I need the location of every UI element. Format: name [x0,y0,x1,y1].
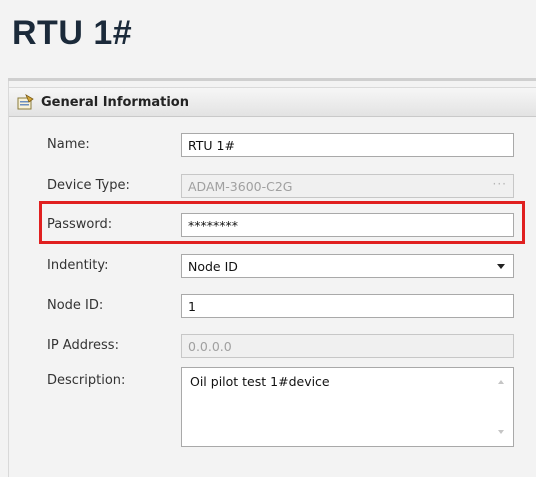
section-title: General Information [41,94,189,110]
description-textarea[interactable]: Oil pilot test 1#device [181,367,514,447]
description-label: Description: [47,373,126,388]
browse-button[interactable]: ··· [493,177,507,191]
device-type-label: Device Type: [47,178,130,193]
name-input[interactable]: RTU 1# [181,133,514,157]
device-type-value: ADAM-3600-C2G [188,179,293,194]
identity-value: Node ID [188,259,238,274]
properties-icon [17,94,35,110]
page-title: RTU 1# [12,14,133,52]
name-row: Name: RTU 1# [9,131,536,163]
identity-row: Indentity: Node ID [9,252,536,284]
device-type-field: ADAM-3600-C2G ··· [181,174,514,198]
scroll-down-icon[interactable] [498,430,504,434]
ip-address-field: 0.0.0.0 [181,334,514,358]
node-id-row: Node ID: 1 [9,292,536,324]
ip-address-row: IP Address: 0.0.0.0 [9,332,536,364]
section-header[interactable]: General Information [9,87,536,117]
device-type-row: Device Type: ADAM-3600-C2G ··· [9,172,536,204]
identity-label: Indentity: [47,258,109,273]
description-value: Oil pilot test 1#device [190,374,330,389]
general-information-panel: General Information Name: RTU 1# Device … [8,81,536,477]
node-id-label: Node ID: [47,298,104,313]
ip-address-label: IP Address: [47,338,119,353]
identity-select[interactable]: Node ID [181,254,514,278]
name-label: Name: [47,137,90,152]
password-highlight-box [39,201,525,244]
chevron-down-icon[interactable] [497,264,505,269]
scroll-up-icon[interactable] [498,380,504,384]
node-id-input[interactable]: 1 [181,294,514,318]
